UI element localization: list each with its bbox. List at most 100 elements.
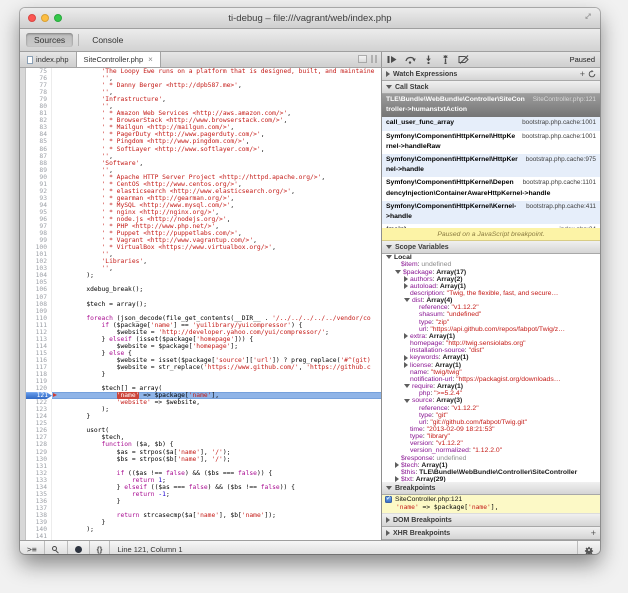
call-stack-frame[interactable]: bootstrap.php.cache:1001Symfony\Componen… <box>382 131 600 154</box>
line-number[interactable]: 86 <box>26 146 52 153</box>
call-stack-frame[interactable]: SiteController.php:121TLE\Bundle\WebBund… <box>382 94 600 117</box>
line-number[interactable]: 106 <box>26 286 52 293</box>
disclosure-closed-icon[interactable] <box>404 355 408 361</box>
scope-variable-row[interactable]: description: "Twig, the flexible, fast, … <box>382 290 600 297</box>
disclosure-open-icon[interactable] <box>386 255 392 259</box>
disclosure-closed-icon[interactable] <box>386 71 390 77</box>
breakpoint-checkbox[interactable]: ✓ <box>385 496 392 503</box>
line-number[interactable]: 105 <box>26 279 52 286</box>
resize-icon[interactable] <box>585 13 594 22</box>
disclosure-closed-icon[interactable] <box>386 517 390 523</box>
call-stack-frame[interactable]: bootstrap.php.cache:411Symfony\Component… <box>382 201 600 224</box>
disclosure-closed-icon[interactable] <box>395 462 399 468</box>
scope-variable-row[interactable]: autoload: Array(1) <box>382 283 600 290</box>
line-number[interactable]: 92 <box>26 188 52 195</box>
deactivate-breakpoints-icon[interactable] <box>458 55 470 64</box>
disclosure-closed-icon[interactable] <box>404 276 408 282</box>
current-line-breakpoint-badge[interactable]: 121 <box>26 392 52 399</box>
line-number[interactable]: 75 <box>26 68 52 75</box>
line-number[interactable]: 122 <box>26 399 52 406</box>
disclosure-open-icon[interactable] <box>386 85 392 89</box>
section-xhr-breakpoints[interactable]: XHR Breakpoints + <box>382 527 600 540</box>
disclosure-closed-icon[interactable] <box>404 333 408 339</box>
search-button[interactable] <box>45 541 68 554</box>
line-number[interactable]: 85 <box>26 138 52 145</box>
disclosure-open-icon[interactable] <box>404 384 410 388</box>
disclosure-closed-icon[interactable] <box>386 530 390 536</box>
scope-variable-row[interactable]: reference: "v1.12.2" <box>382 304 600 311</box>
line-number[interactable]: 98 <box>26 230 52 237</box>
section-call-stack[interactable]: Call Stack <box>382 81 600 94</box>
scope-variable-row[interactable]: url: "git://github.com/fabpot/Twig.git" <box>382 419 600 426</box>
scope-variable-row[interactable]: dist: Array(4) <box>382 297 600 304</box>
line-number[interactable]: 118 <box>26 371 52 378</box>
scope-variable-row[interactable]: time: "2013-02-09 18:21:53" <box>382 426 600 433</box>
scope-variable-row[interactable]: name: "twig/twig" <box>382 369 600 376</box>
line-number[interactable]: 132 <box>26 470 52 477</box>
split-view-icon[interactable] <box>371 55 377 63</box>
line-number[interactable]: 137 <box>26 505 52 512</box>
line-number[interactable]: 134 <box>26 484 52 491</box>
call-stack-frame[interactable]: bootstrap.php.cache:1001call_user_func_a… <box>382 117 600 130</box>
scope-variable-row[interactable]: source: Array(3) <box>382 397 600 404</box>
scope-variable-row[interactable]: type: "zip" <box>382 319 600 326</box>
line-number[interactable]: 133 <box>26 477 52 484</box>
scope-variable-row[interactable]: $response: undefined <box>382 455 600 462</box>
file-tab-sitecontroller-php[interactable]: SiteController.php × <box>76 52 161 67</box>
line-number[interactable]: 110 <box>26 315 52 322</box>
line-number[interactable]: 112 <box>26 329 52 336</box>
line-number[interactable]: 131 <box>26 463 52 470</box>
call-stack-frame[interactable]: bootstrap.php.cache:975Symfony\Component… <box>382 154 600 177</box>
scope-variable-row[interactable]: php: ">=5.2.4" <box>382 390 600 397</box>
show-navigator-icon[interactable] <box>358 55 367 63</box>
scope-variable-row[interactable]: $tech: Array(1) <box>382 462 600 469</box>
line-number[interactable]: 119 <box>26 378 52 385</box>
disclosure-open-icon[interactable] <box>386 245 392 249</box>
scope-variable-row[interactable]: keywords: Array(1) <box>382 354 600 361</box>
tab-console[interactable]: Console <box>84 33 131 47</box>
code-editor[interactable]: 75 'The Loopy Ewe runs on a platform tha… <box>20 68 381 540</box>
section-breakpoints[interactable]: Breakpoints <box>382 482 600 495</box>
zoom-window-icon[interactable] <box>54 14 62 22</box>
pause-on-exceptions-button[interactable] <box>68 541 90 554</box>
line-number[interactable]: 76 <box>26 75 52 82</box>
disclosure-open-icon[interactable] <box>404 399 410 403</box>
scope-variable-row[interactable]: reference: "v1.12.2" <box>382 405 600 412</box>
scope-variable-row[interactable]: notification-url: "https://packagist.org… <box>382 376 600 383</box>
line-number[interactable]: 141 <box>26 533 52 540</box>
line-number[interactable]: 104 <box>26 272 52 279</box>
line-number[interactable]: 107 <box>26 294 52 301</box>
disclosure-open-icon[interactable] <box>395 270 401 274</box>
line-number[interactable]: 88 <box>26 160 52 167</box>
scope-variable-row[interactable]: authors: Array(2) <box>382 276 600 283</box>
line-number[interactable]: 127 <box>26 434 52 441</box>
scope-variable-row[interactable]: $item: undefined <box>382 261 600 268</box>
section-dom-breakpoints[interactable]: DOM Breakpoints <box>382 514 600 527</box>
line-number[interactable]: 115 <box>26 350 52 357</box>
scope-variable-row[interactable]: homepage: "http://twig.sensiolabs.org" <box>382 340 600 347</box>
line-number[interactable]: 96 <box>26 216 52 223</box>
call-stack-frame[interactable]: bootstrap.php.cache:1101Symfony\Componen… <box>382 177 600 200</box>
line-number[interactable]: 111 <box>26 322 52 329</box>
refresh-icon[interactable] <box>588 70 596 78</box>
line-number[interactable]: 91 <box>26 181 52 188</box>
line-number[interactable]: 101 <box>26 251 52 258</box>
line-number[interactable]: 140 <box>26 526 52 533</box>
scope-variable-row[interactable]: version_normalized: "1.12.2.0" <box>382 447 600 454</box>
disclosure-closed-icon[interactable] <box>404 283 408 289</box>
line-number[interactable]: 103 <box>26 265 52 272</box>
section-watch-expressions[interactable]: Watch Expressions + <box>382 68 600 81</box>
disclosure-open-icon[interactable] <box>404 298 410 302</box>
line-number[interactable]: 83 <box>26 124 52 131</box>
line-number[interactable]: 130 <box>26 456 52 463</box>
line-number[interactable]: 113 <box>26 336 52 343</box>
scope-variable-row[interactable]: require: Array(1) <box>382 383 600 390</box>
disclosure-open-icon[interactable] <box>386 486 392 490</box>
line-number[interactable]: 82 <box>26 117 52 124</box>
line-number[interactable]: 124 <box>26 413 52 420</box>
section-scope-variables[interactable]: Scope Variables <box>382 241 600 254</box>
add-xhr-breakpoint-icon[interactable]: + <box>591 529 596 537</box>
toggle-console-button[interactable]: >≡ <box>20 541 45 554</box>
step-out-icon[interactable] <box>441 55 450 64</box>
line-number[interactable]: 138 <box>26 512 52 519</box>
